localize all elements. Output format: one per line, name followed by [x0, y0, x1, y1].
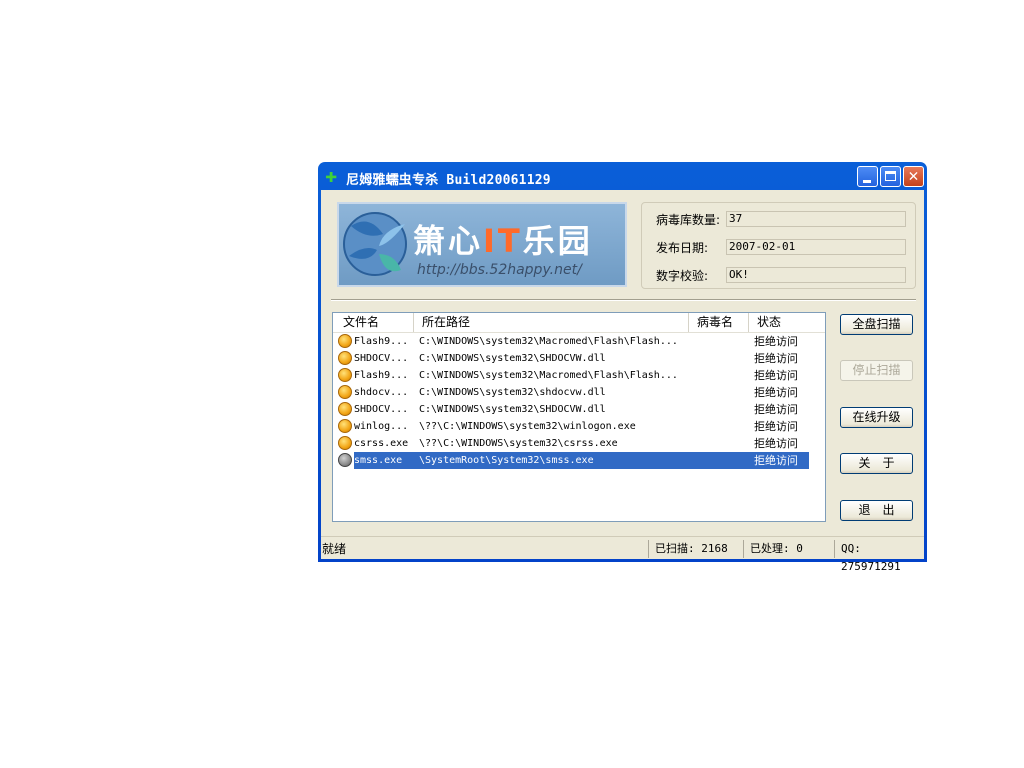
cell-filename: Flash9...: [354, 370, 409, 381]
separator: [331, 299, 916, 301]
status-text: 就绪: [322, 542, 347, 556]
column-header-filename[interactable]: 文件名: [333, 313, 413, 332]
online-update-button[interactable]: 在线升级: [840, 407, 913, 428]
cell-path: \SystemRoot\System32\smss.exe: [419, 455, 594, 466]
cell-path: C:\WINDOWS\system32\shdocvw.dll: [419, 387, 606, 398]
minimize-button[interactable]: [857, 166, 878, 187]
cell-filename: shdocv...: [354, 387, 409, 398]
file-icon: [338, 368, 352, 382]
logo-icon: [343, 212, 407, 276]
cell-path: C:\WINDOWS\system32\SHDOCVW.dll: [419, 404, 606, 415]
maximize-button[interactable]: [880, 166, 901, 187]
file-icon: [338, 402, 352, 416]
file-icon: [338, 385, 352, 399]
checksum-label: 数字校验:: [656, 269, 709, 283]
release-date-label: 发布日期:: [656, 241, 709, 255]
cell-path: C:\WINDOWS\system32\Macromed\Flash\Flash…: [419, 370, 678, 381]
table-row[interactable]: shdocv... C:\WINDOWS\system32\shdocvw.dl…: [333, 384, 825, 401]
release-date-value: 2007-02-01: [726, 239, 906, 255]
cell-status: 拒绝访问: [754, 454, 798, 467]
window-title: 尼姆雅蠕虫专杀 Build20061129: [346, 173, 551, 188]
virus-db-count-label: 病毒库数量:: [656, 213, 721, 227]
cell-path: C:\WINDOWS\system32\SHDOCVW.dll: [419, 353, 606, 364]
table-row[interactable]: SHDOCV... C:\WINDOWS\system32\SHDOCVW.dl…: [333, 401, 825, 418]
scanned-count: 已扫描: 2168: [648, 540, 743, 558]
results-list[interactable]: 文件名 所在路径 病毒名 状态 Flash9... C:\WINDOWS\sys…: [332, 312, 826, 522]
column-header-virus[interactable]: 病毒名: [688, 313, 748, 332]
table-row[interactable]: csrss.exe \??\C:\WINDOWS\system32\csrss.…: [333, 435, 825, 452]
table-row[interactable]: Flash9... C:\WINDOWS\system32\Macromed\F…: [333, 333, 825, 350]
banner-title: 箫心IT乐园: [413, 222, 593, 260]
cell-status: 拒绝访问: [754, 352, 798, 365]
cell-filename: winlog...: [354, 421, 409, 432]
exit-button[interactable]: 退 出: [840, 500, 913, 521]
column-header-status[interactable]: 状态: [748, 313, 825, 332]
cell-status: 拒绝访问: [754, 335, 798, 348]
status-bar: 就绪 已扫描: 2168 已处理: 0 QQ: 275971291: [321, 536, 924, 573]
cell-filename: SHDOCV...: [354, 404, 409, 415]
cell-filename: csrss.exe: [354, 438, 409, 449]
cell-status: 拒绝访问: [754, 420, 798, 433]
main-window: ✚ 尼姆雅蠕虫专杀 Build20061129 ✕ 箫心IT乐园 http://…: [318, 162, 927, 573]
close-button[interactable]: ✕: [903, 166, 924, 187]
banner-url: http://bbs.52happy.net/: [417, 262, 582, 278]
file-icon: [338, 436, 352, 450]
file-icon: [338, 334, 352, 348]
processed-count: 已处理: 0: [743, 540, 834, 558]
full-scan-button[interactable]: 全盘扫描: [840, 314, 913, 335]
cell-filename: SHDOCV...: [354, 353, 409, 364]
qq-contact: QQ: 275971291: [834, 540, 924, 573]
title-bar[interactable]: ✚ 尼姆雅蠕虫专杀 Build20061129 ✕: [321, 162, 924, 190]
info-panel: 病毒库数量: 37 发布日期: 2007-02-01 数字校验: OK!: [641, 202, 916, 289]
cell-path: C:\WINDOWS\system32\Macromed\Flash\Flash…: [419, 336, 678, 347]
table-row[interactable]: SHDOCV... C:\WINDOWS\system32\SHDOCVW.dl…: [333, 350, 825, 367]
column-header-path[interactable]: 所在路径: [413, 313, 688, 332]
cell-status: 拒绝访问: [754, 403, 798, 416]
table-row[interactable]: Flash9... C:\WINDOWS\system32\Macromed\F…: [333, 367, 825, 384]
virus-db-count-row: 病毒库数量: 37: [656, 211, 906, 227]
checksum-value: OK!: [726, 267, 906, 283]
list-header: 文件名 所在路径 病毒名 状态: [333, 313, 825, 333]
table-row[interactable]: winlog... \??\C:\WINDOWS\system32\winlog…: [333, 418, 825, 435]
cell-status: 拒绝访问: [754, 437, 798, 450]
file-icon: [338, 453, 352, 467]
about-button[interactable]: 关 于: [840, 453, 913, 474]
cell-status: 拒绝访问: [754, 369, 798, 382]
virus-db-count-value: 37: [726, 211, 906, 227]
table-row-selected[interactable]: smss.exe \SystemRoot\System32\smss.exe 拒…: [333, 452, 825, 469]
release-date-row: 发布日期: 2007-02-01: [656, 239, 906, 255]
cell-filename: Flash9...: [354, 336, 409, 347]
checksum-row: 数字校验: OK!: [656, 267, 906, 283]
close-icon: ✕: [908, 166, 919, 186]
file-icon: [338, 419, 352, 433]
cell-status: 拒绝访问: [754, 386, 798, 399]
cell-path: \??\C:\WINDOWS\system32\winlogon.exe: [419, 421, 636, 432]
cell-path: \??\C:\WINDOWS\system32\csrss.exe: [419, 438, 618, 449]
client-area: 箫心IT乐园 http://bbs.52happy.net/ 病毒库数量: 37…: [321, 190, 924, 573]
cell-filename: smss.exe: [354, 455, 403, 466]
banner: 箫心IT乐园 http://bbs.52happy.net/: [337, 202, 627, 287]
stop-scan-button[interactable]: 停止扫描: [840, 360, 913, 381]
app-icon: ✚: [325, 163, 338, 187]
file-icon: [338, 351, 352, 365]
